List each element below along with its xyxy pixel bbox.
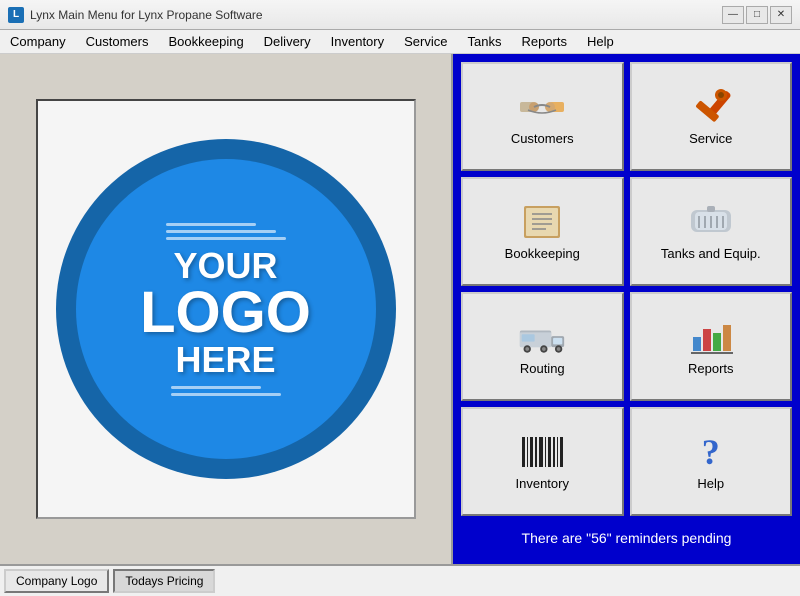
- reports-label: Reports: [688, 361, 734, 376]
- app-title: Lynx Main Menu for Lynx Propane Software: [30, 8, 263, 22]
- logo-circle-inner: YOUR LOGO HERE: [76, 159, 376, 459]
- bottom-bar: Company Logo Todays Pricing: [0, 564, 800, 596]
- logo-line-1: [166, 223, 256, 226]
- tank-icon: [687, 202, 735, 242]
- menu-customers[interactable]: Customers: [76, 30, 159, 53]
- logo-here: HERE: [140, 342, 311, 378]
- tanks-button[interactable]: Tanks and Equip.: [630, 177, 793, 286]
- customers-button[interactable]: Customers: [461, 62, 624, 171]
- help-button[interactable]: ? Help: [630, 407, 793, 516]
- truck-icon: [518, 317, 566, 357]
- reminders-text: There are "56" reminders pending: [461, 520, 792, 556]
- book-icon: [518, 202, 566, 242]
- wrench-icon: [687, 87, 735, 127]
- tanks-label: Tanks and Equip.: [661, 246, 761, 261]
- reports-button[interactable]: Reports: [630, 292, 793, 401]
- logo-circle-outer: YOUR LOGO HERE: [56, 139, 396, 479]
- menu-company[interactable]: Company: [0, 30, 76, 53]
- menu-bookkeeping[interactable]: Bookkeeping: [159, 30, 254, 53]
- right-panel: Customers Service: [453, 54, 800, 564]
- logo-your: YOUR: [140, 248, 311, 284]
- menu-help[interactable]: Help: [577, 30, 624, 53]
- close-button[interactable]: ✕: [770, 6, 792, 24]
- company-logo-button[interactable]: Company Logo: [4, 569, 109, 593]
- minimize-button[interactable]: —: [722, 6, 744, 24]
- menu-inventory[interactable]: Inventory: [321, 30, 394, 53]
- handshake-icon: [518, 87, 566, 127]
- title-bar: L Lynx Main Menu for Lynx Propane Softwa…: [0, 0, 800, 30]
- logo-lines-bottom: [171, 386, 281, 396]
- bookkeeping-label: Bookkeeping: [505, 246, 580, 261]
- logo-line-2: [166, 230, 276, 233]
- main-content: YOUR LOGO HERE: [0, 54, 800, 564]
- title-bar-left: L Lynx Main Menu for Lynx Propane Softwa…: [8, 7, 263, 23]
- menu-delivery[interactable]: Delivery: [254, 30, 321, 53]
- logo-area: YOUR LOGO HERE: [36, 99, 416, 519]
- help-icon: ?: [687, 432, 735, 472]
- logo-line-5: [171, 393, 281, 396]
- maximize-button[interactable]: □: [746, 6, 768, 24]
- left-panel: YOUR LOGO HERE: [0, 54, 453, 564]
- routing-label: Routing: [520, 361, 565, 376]
- inventory-button[interactable]: Inventory: [461, 407, 624, 516]
- logo-text: YOUR LOGO HERE: [140, 248, 311, 378]
- logo-line-3: [166, 237, 286, 240]
- service-button[interactable]: Service: [630, 62, 793, 171]
- reports-icon: [687, 317, 735, 357]
- logo-lines-top: [166, 223, 286, 240]
- bookkeeping-button[interactable]: Bookkeeping: [461, 177, 624, 286]
- help-label: Help: [697, 476, 724, 491]
- inventory-label: Inventory: [516, 476, 569, 491]
- grid-buttons: Customers Service: [461, 62, 792, 516]
- service-label: Service: [689, 131, 732, 146]
- app-icon: L: [8, 7, 24, 23]
- menu-bar: Company Customers Bookkeeping Delivery I…: [0, 30, 800, 54]
- window-controls: — □ ✕: [722, 6, 792, 24]
- barcode-icon: [518, 432, 566, 472]
- logo-line-4: [171, 386, 261, 389]
- routing-button[interactable]: Routing: [461, 292, 624, 401]
- todays-pricing-button[interactable]: Todays Pricing: [113, 569, 215, 593]
- logo-logo: LOGO: [140, 284, 311, 342]
- menu-reports[interactable]: Reports: [511, 30, 577, 53]
- menu-tanks[interactable]: Tanks: [457, 30, 511, 53]
- customers-label: Customers: [511, 131, 574, 146]
- menu-service[interactable]: Service: [394, 30, 457, 53]
